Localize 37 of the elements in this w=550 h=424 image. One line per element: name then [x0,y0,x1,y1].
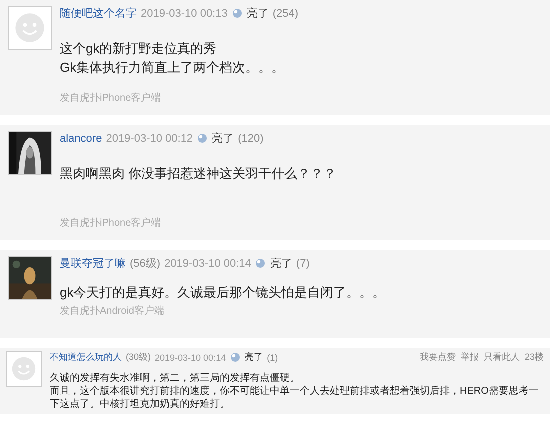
username-link[interactable]: 曼联夺冠了嘛 [60,256,126,271]
like-count: (7) [296,258,310,270]
comment-text: Gk集体执行力简直上了两个档次。。。 [60,59,286,77]
comment-time: 2019-03-10 00:14 [164,258,252,270]
like-button[interactable]: 亮了 [212,131,234,146]
action-link[interactable]: 举报 [460,351,479,364]
floor-number: 23楼 [524,351,544,364]
client-source: 发自虎扑Android客户端 [60,304,166,319]
user-level: (56级) [130,257,161,271]
like-icon [255,258,266,269]
like-button[interactable]: 亮了 [245,351,264,364]
like-icon [230,352,242,363]
default-avatar-icon [6,351,42,387]
username-link[interactable]: 不知道怎么玩的人 [50,351,122,364]
like-count: (1) [267,352,278,362]
comment-time: 2019-03-10 00:13 [141,8,228,20]
username-link[interactable]: alancore [60,132,102,144]
client-source: 发自虎扑iPhone客户端 [60,216,162,231]
action-link[interactable]: 我要点赞 [420,351,456,364]
comment-text: 这个gk的新打野走位真的秀 [60,40,218,58]
comment-text: gk今天打的是真好。久诚最后那个镜头怕是自闭了。。。 [60,284,387,302]
like-count: (254) [272,8,299,20]
action-link[interactable]: 只看此人 [484,351,520,364]
username-link[interactable]: 随便吧这个名字 [60,6,137,21]
like-count: (120) [238,132,264,144]
comment-text: 而且，这个版本很讲究打前排的速度，你不可能让中单一个人去处理前排或者想着强切后排，HERO需要思考一下这点了。中核打坦克加奶真的好难打。 [50,385,540,411]
like-icon [197,133,208,144]
like-button[interactable]: 亮了 [270,256,292,271]
default-avatar-icon [8,6,52,50]
like-button[interactable]: 亮了 [246,6,269,21]
comment-time: 2019-03-10 00:14 [155,352,226,362]
client-source: 发自虎扑iPhone客户端 [60,92,162,106]
comment-time: 2019-03-10 00:12 [106,132,194,144]
like-icon [232,8,243,19]
user-level: (30级) [126,351,152,364]
comment-text: 黑肉啊黑肉 你没事招惹迷神这关羽干什么？？？ [60,165,338,183]
comment-text: 久诚的发挥有失水准啊，第二，第三局的发挥有点僵硬。 [50,372,301,385]
